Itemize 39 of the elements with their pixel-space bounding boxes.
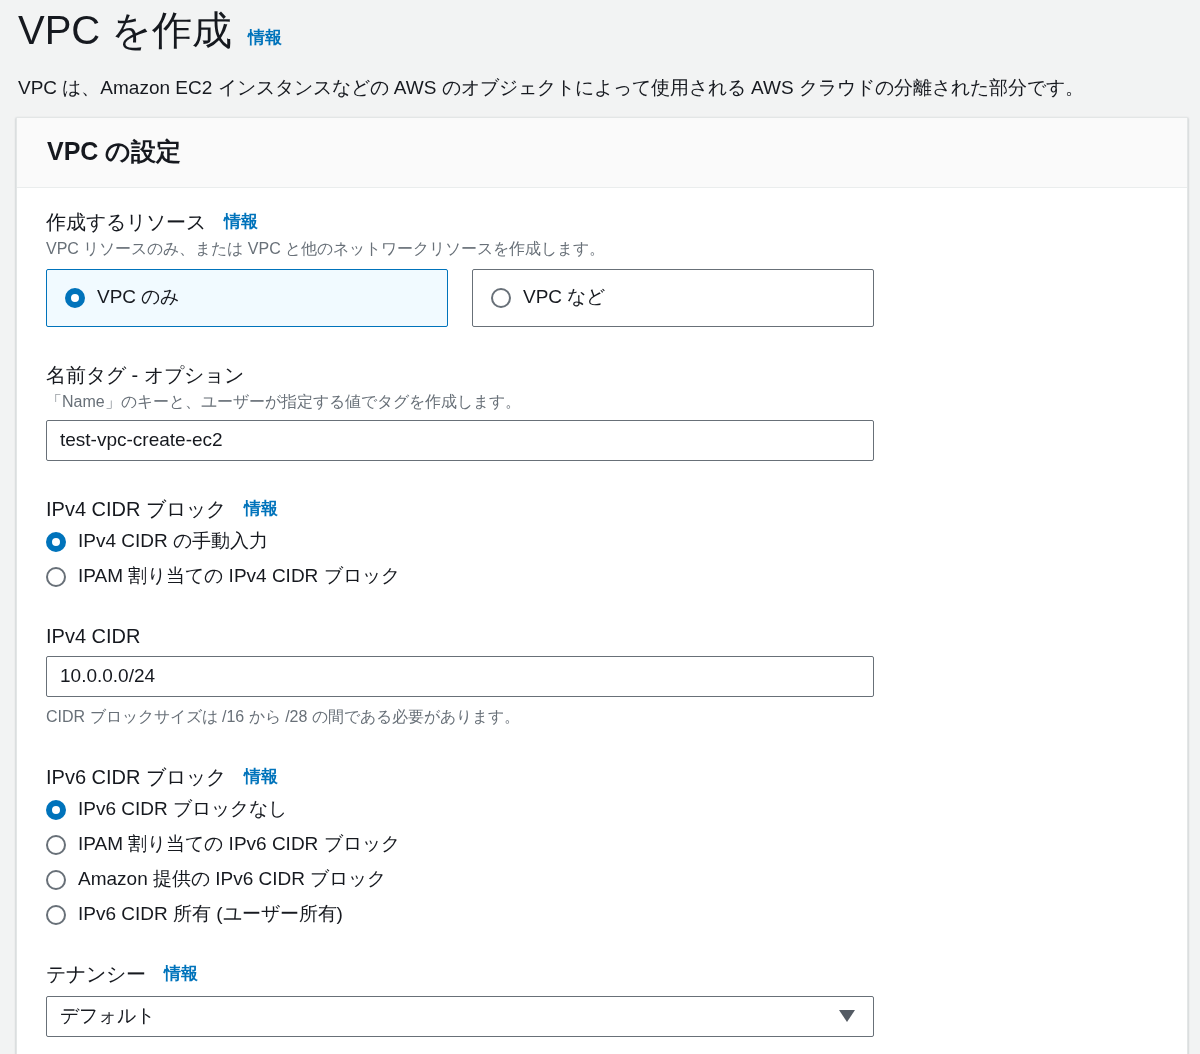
field-description: 「Name」のキーと、ユーザーが指定する値でタグを作成します。 [46, 391, 522, 412]
option-label: VPC のみ [97, 285, 180, 310]
option-label: VPC など [523, 285, 606, 310]
option-tile[interactable]: VPC など [472, 268, 874, 327]
info-link[interactable]: 情報 [224, 208, 258, 235]
option-tile[interactable]: VPC のみ [46, 268, 448, 327]
field-label: IPv4 CIDR ブロック [46, 496, 227, 522]
radio-button[interactable] [46, 834, 66, 855]
radio-button[interactable] [46, 869, 66, 890]
radio-button[interactable] [46, 531, 66, 552]
radio-button[interactable] [46, 799, 66, 820]
text-input-field[interactable]: 10.0.0.0/24 [46, 655, 874, 697]
page-description: VPC は、Amazon EC2 インスタンスなどの AWS のオブジェクトによって使用される AWS クラウドの分離された部分です。 [18, 76, 1085, 100]
text-input-field[interactable]: test-vpc-create-ec2 [46, 419, 874, 461]
field-label: 作成するリソース [46, 209, 206, 235]
field-description: VPC リソースのみ、または VPC と他のネットワークリソースを作成します。 [46, 238, 607, 259]
radio-button[interactable] [491, 287, 511, 308]
panel-title: VPC の設定 [47, 136, 182, 168]
radio-label[interactable]: IPAM 割り当ての IPv6 CIDR ブロック [78, 830, 400, 859]
field-constraint: CIDR ブロックサイズは /16 から /28 の間である必要があります。 [46, 706, 521, 727]
info-link[interactable]: 情報 [164, 960, 198, 987]
info-link[interactable]: 情報 [244, 495, 279, 522]
field-label: IPv4 CIDR [46, 623, 141, 649]
field-label: 名前タグ - オプション [46, 362, 244, 388]
radio-button[interactable] [46, 566, 66, 587]
radio-button[interactable] [65, 287, 85, 308]
field-label: IPv6 CIDR ブロック [46, 764, 227, 790]
select-dropdown[interactable]: デフォルト [46, 995, 874, 1037]
info-link[interactable]: 情報 [244, 763, 279, 790]
caret-down-icon [839, 1010, 855, 1022]
info-link[interactable]: 情報 [248, 24, 283, 50]
radio-button[interactable] [46, 904, 66, 925]
field-label: テナンシー [46, 961, 146, 987]
radio-label[interactable]: IPAM 割り当ての IPv4 CIDR ブロック [78, 562, 400, 591]
radio-label[interactable]: IPv6 CIDR 所有 (ユーザー所有) [78, 900, 343, 929]
radio-label[interactable]: Amazon 提供の IPv6 CIDR ブロック [78, 865, 387, 894]
radio-label[interactable]: IPv4 CIDR の手動入力 [78, 527, 269, 556]
radio-label[interactable]: IPv6 CIDR ブロックなし [78, 795, 288, 824]
page-title: VPC を作成 [18, 8, 233, 52]
